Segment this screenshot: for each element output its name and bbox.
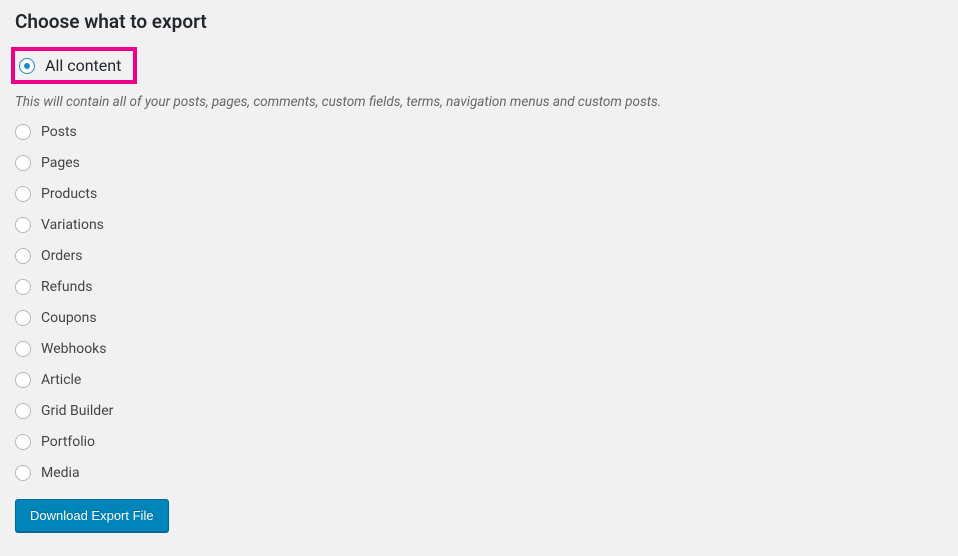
option-row-products[interactable]: Products (15, 186, 943, 202)
radio-label-posts[interactable]: Posts (41, 124, 77, 140)
option-row-variations[interactable]: Variations (15, 217, 943, 233)
radio-label-coupons[interactable]: Coupons (41, 310, 97, 326)
radio-label-webhooks[interactable]: Webhooks (41, 341, 107, 357)
radio-portfolio[interactable] (15, 434, 31, 450)
radio-coupons[interactable] (15, 310, 31, 326)
radio-label-variations[interactable]: Variations (41, 217, 104, 233)
option-row-pages[interactable]: Pages (15, 155, 943, 171)
radio-label-refunds[interactable]: Refunds (41, 279, 93, 295)
radio-label-orders[interactable]: Orders (41, 248, 83, 264)
radio-label-portfolio[interactable]: Portfolio (41, 434, 95, 450)
highlight-box-all-content: All content (11, 47, 137, 84)
option-row-portfolio[interactable]: Portfolio (15, 434, 943, 450)
option-row-coupons[interactable]: Coupons (15, 310, 943, 326)
radio-grid-builder[interactable] (15, 403, 31, 419)
radio-all-content[interactable] (19, 58, 35, 74)
radio-label-all-content[interactable]: All content (45, 56, 121, 75)
radio-label-article[interactable]: Article (41, 372, 81, 388)
option-row-grid-builder[interactable]: Grid Builder (15, 403, 943, 419)
radio-article[interactable] (15, 372, 31, 388)
export-options-list: Posts Pages Products Variations Orders R… (15, 124, 943, 499)
radio-refunds[interactable] (15, 279, 31, 295)
option-row-article[interactable]: Article (15, 372, 943, 388)
section-heading: Choose what to export (15, 10, 943, 33)
radio-webhooks[interactable] (15, 341, 31, 357)
download-export-file-button[interactable]: Download Export File (15, 499, 169, 532)
option-row-webhooks[interactable]: Webhooks (15, 341, 943, 357)
radio-label-pages[interactable]: Pages (41, 155, 80, 171)
radio-media[interactable] (15, 465, 31, 481)
radio-label-media[interactable]: Media (41, 465, 80, 481)
radio-variations[interactable] (15, 217, 31, 233)
option-row-refunds[interactable]: Refunds (15, 279, 943, 295)
radio-pages[interactable] (15, 155, 31, 171)
option-row-orders[interactable]: Orders (15, 248, 943, 264)
radio-label-products[interactable]: Products (41, 186, 97, 202)
radio-orders[interactable] (15, 248, 31, 264)
option-row-posts[interactable]: Posts (15, 124, 943, 140)
option-row-media[interactable]: Media (15, 465, 943, 481)
radio-label-grid-builder[interactable]: Grid Builder (41, 403, 113, 419)
radio-posts[interactable] (15, 124, 31, 140)
description-text: This will contain all of your posts, pag… (15, 94, 943, 110)
radio-products[interactable] (15, 186, 31, 202)
